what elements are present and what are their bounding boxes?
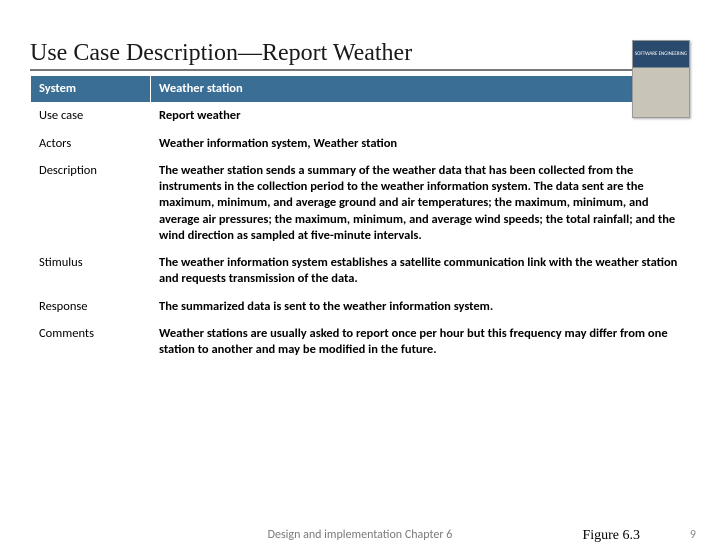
row-value: Report weather: [151, 103, 690, 130]
table-row: Comments Weather stations are usually as…: [31, 320, 690, 364]
table-row: Actors Weather information system, Weath…: [31, 130, 690, 157]
row-value: The summarized data is sent to the weath…: [151, 293, 690, 320]
book-cover-thumbnail: SOFTWARE ENGINEERING: [632, 40, 690, 118]
row-label: Comments: [31, 320, 151, 364]
table-row: Description The weather station sends a …: [31, 157, 690, 249]
header-label: System: [31, 76, 151, 103]
row-label: Use case: [31, 103, 151, 130]
table-header-row: System Weather station: [31, 76, 690, 103]
table-row: Use case Report weather: [31, 103, 690, 130]
row-label: Description: [31, 157, 151, 249]
row-value: Weather information system, Weather stat…: [151, 130, 690, 157]
header-value: Weather station: [151, 76, 690, 103]
row-label: Stimulus: [31, 250, 151, 294]
table-row: Response The summarized data is sent to …: [31, 293, 690, 320]
slide-title: Use Case Description—Report Weather: [30, 40, 690, 71]
row-value: The weather station sends a summary of t…: [151, 157, 690, 249]
table-row: Stimulus The weather information system …: [31, 250, 690, 294]
row-value: The weather information system establish…: [151, 250, 690, 294]
book-cover-label: SOFTWARE ENGINEERING: [633, 41, 689, 68]
row-label: Response: [31, 293, 151, 320]
use-case-table: System Weather station Use case Report w…: [30, 75, 690, 364]
row-value: Weather stations are usually asked to re…: [151, 320, 690, 364]
row-label: Actors: [31, 130, 151, 157]
figure-label: Figure 6.3: [582, 528, 640, 544]
slide: SOFTWARE ENGINEERING Use Case Descriptio…: [0, 0, 720, 540]
